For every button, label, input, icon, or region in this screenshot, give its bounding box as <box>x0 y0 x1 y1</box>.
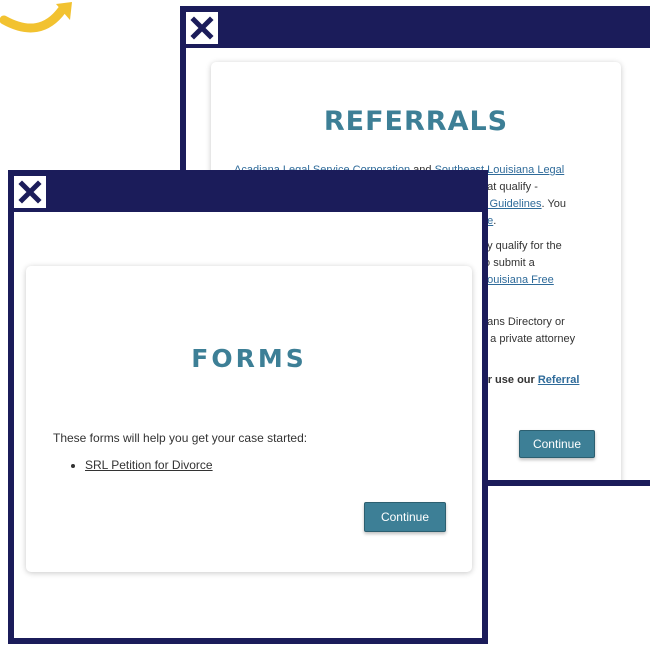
forms-window-content: FORMS These forms will help you get your… <box>14 212 482 638</box>
list-item: SRL Petition for Divorce <box>85 456 213 474</box>
louisiana-free-link[interactable]: Louisiana Free <box>481 274 554 286</box>
srl-petition-link[interactable]: SRL Petition for Divorce <box>85 458 213 472</box>
referrals-close-button[interactable] <box>186 12 218 44</box>
referrals-continue-button[interactable]: Continue <box>519 430 595 458</box>
referral-link[interactable]: Referral <box>538 374 580 386</box>
referrals-line-10: or use our Referral <box>481 374 580 386</box>
forms-intro: These forms will help you get your case … <box>53 431 308 445</box>
referrals-line-7: Louisiana Free <box>481 272 554 289</box>
forms-list: SRL Petition for Divorce <box>53 456 213 474</box>
referrals-line-3: y Guidelines. You <box>481 198 567 210</box>
referrals-line-5: ay qualify for the <box>481 240 562 252</box>
close-x-icon <box>190 16 214 40</box>
close-x-icon <box>18 180 42 204</box>
referrals-line-8: eans Directory or <box>481 316 565 328</box>
referrals-title: REFERRALS <box>323 106 509 137</box>
forms-window: FORMS These forms will help you get your… <box>8 170 488 644</box>
forms-list-container: SRL Petition for Divorce <box>53 456 213 474</box>
forms-close-button[interactable] <box>14 176 46 208</box>
referrals-line-6: to submit a <box>481 257 535 269</box>
referrals-line-9: d a private attorney <box>481 333 576 345</box>
referrals-line-2: hat qualify - <box>481 181 538 193</box>
guidelines-link[interactable]: y Guidelines <box>481 198 542 210</box>
forms-title: FORMS <box>191 344 307 373</box>
forms-continue-button[interactable]: Continue <box>364 502 446 532</box>
forms-card: FORMS These forms will help you get your… <box>26 266 472 572</box>
curved-arrow-icon <box>0 2 72 33</box>
